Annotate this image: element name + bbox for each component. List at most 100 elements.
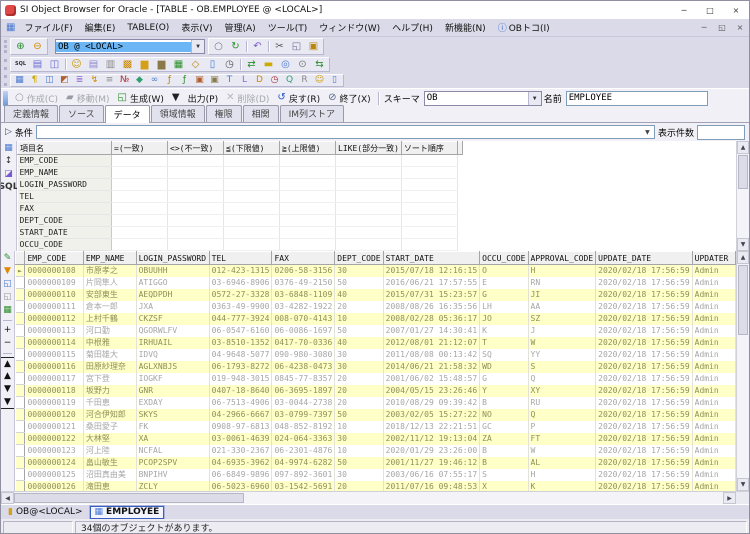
- data-cell[interactable]: 0363-49-9900: [209, 300, 273, 313]
- data-cell[interactable]: 0000000115: [24, 348, 84, 361]
- filter-condition-cell[interactable]: [401, 190, 458, 203]
- sync-table-icon[interactable]: ⇆: [311, 57, 328, 72]
- data-cell[interactable]: 中根雅: [83, 336, 137, 349]
- data-cell[interactable]: K: [528, 480, 597, 491]
- tab-領域情報[interactable]: 領域情報: [150, 105, 205, 122]
- view-object-icon[interactable]: ◫: [42, 75, 57, 87]
- sequence-object-icon[interactable]: №: [117, 75, 132, 87]
- filter-condition-cell[interactable]: [401, 202, 458, 215]
- data-cell[interactable]: 2020/02/18 17:56:59: [595, 276, 693, 289]
- close-table-button[interactable]: ⊘ 終了(X): [324, 91, 375, 106]
- connection-window-button[interactable]: ▮ OB@<LOCAL>: [4, 506, 87, 519]
- row-header[interactable]: [15, 408, 26, 421]
- data-cell[interactable]: 10: [334, 444, 384, 457]
- filter-condition-cell[interactable]: [335, 190, 402, 203]
- data-cell[interactable]: 2014/06/21 21:58:32: [383, 360, 481, 373]
- data-cell[interactable]: 0908-97-6813: [209, 420, 273, 433]
- undo-icon[interactable]: ↶: [249, 39, 266, 54]
- data-cell[interactable]: 06-1793-8272: [209, 360, 273, 373]
- filter-condition-cell[interactable]: [279, 202, 336, 215]
- filter-condition-cell[interactable]: [167, 226, 224, 239]
- mdi-close-button[interactable]: ×: [731, 21, 749, 35]
- table-row[interactable]: 0000000122 大林堅 XA 03-0061-4639 024-064-3363 3…: [15, 432, 736, 445]
- row-count-input[interactable]: [697, 124, 745, 140]
- condition-combobox[interactable]: ▼: [35, 125, 655, 139]
- filter-condition-cell[interactable]: [111, 214, 168, 227]
- paste-icon[interactable]: ▣: [305, 39, 322, 54]
- data-cell[interactable]: 0000000111: [24, 300, 84, 313]
- data-cell[interactable]: Admin: [692, 432, 736, 445]
- data-cell[interactable]: IDVQ: [136, 348, 210, 361]
- data-cell[interactable]: 0000000122: [24, 432, 84, 445]
- data-cell[interactable]: 20: [334, 480, 384, 491]
- row-header[interactable]: [15, 336, 26, 349]
- filter-condition-cell[interactable]: [401, 178, 458, 191]
- mdi-minimize-button[interactable]: ─: [695, 21, 713, 35]
- data-cell[interactable]: 0000000116: [24, 360, 84, 373]
- data-cell[interactable]: 2003/06/16 07:55:17: [383, 468, 481, 481]
- data-cell[interactable]: Admin: [692, 384, 736, 397]
- data-cell[interactable]: 0000000110: [24, 288, 84, 301]
- data-cell[interactable]: 0000000124: [24, 456, 84, 469]
- filter-condition-cell[interactable]: [401, 214, 458, 227]
- data-cell[interactable]: 008-070-4143: [271, 312, 336, 325]
- table-row[interactable]: 0000000117 宮下登 IOGKF 019-948-3015 0845-77-83…: [15, 372, 736, 385]
- data-cell[interactable]: 090-980-3080: [271, 348, 336, 361]
- data-cell[interactable]: 40: [334, 288, 384, 301]
- filter-condition-cell[interactable]: [401, 154, 458, 167]
- tab-権限[interactable]: 権限: [205, 105, 242, 122]
- printer-icon[interactable]: ▥: [102, 57, 119, 72]
- data-cell[interactable]: B: [479, 444, 529, 457]
- data-cell[interactable]: H: [528, 264, 597, 277]
- data-cell[interactable]: JXA: [136, 300, 210, 313]
- data-cell[interactable]: 0000000113: [24, 324, 84, 337]
- row-header[interactable]: [15, 324, 26, 337]
- filter-condition-cell[interactable]: [279, 166, 336, 179]
- data-cell[interactable]: 2001/06/02 15:48:57: [383, 372, 481, 385]
- data-cell[interactable]: 市原孝之: [83, 264, 137, 277]
- cut-icon[interactable]: ✂: [271, 39, 288, 54]
- apply-condition-icon[interactable]: ▷: [5, 127, 12, 137]
- data-cell[interactable]: 2011/07/16 09:48:53: [383, 480, 481, 491]
- filter-condition-cell[interactable]: [223, 238, 280, 251]
- data-cell[interactable]: YY: [528, 348, 597, 361]
- filter-condition-cell[interactable]: [167, 154, 224, 167]
- data-cell[interactable]: 06-0547-6160: [209, 324, 273, 337]
- data-cell[interactable]: 06-7513-4906: [209, 396, 273, 409]
- data-cell[interactable]: AEQDPDH: [136, 288, 210, 301]
- row-header[interactable]: ►: [15, 264, 26, 277]
- row-header[interactable]: [15, 312, 26, 325]
- data-cell[interactable]: 桑田愛子: [83, 420, 137, 433]
- menu-item[interactable]: 管理(A): [219, 19, 262, 36]
- data-cell[interactable]: Admin: [692, 480, 736, 491]
- tab-データ[interactable]: データ: [104, 105, 150, 123]
- cancel-query-icon[interactable]: ○: [210, 39, 227, 54]
- tab-ソース[interactable]: ソース: [59, 105, 104, 122]
- data-cell[interactable]: Admin: [692, 396, 736, 409]
- filter-condition-cell[interactable]: [223, 178, 280, 191]
- data-cell[interactable]: 0206-58-3156: [271, 264, 336, 277]
- data-cell[interactable]: 2020/02/18 17:56:59: [595, 288, 693, 301]
- history-icon[interactable]: ◷: [221, 57, 238, 72]
- data-cell[interactable]: 03-0799-7397: [271, 408, 336, 421]
- table-object-icon[interactable]: ▦: [12, 75, 27, 87]
- data-cell[interactable]: 04-9974-6282: [271, 456, 336, 469]
- data-horizontal-scrollbar[interactable]: ◀ ▶: [1, 491, 749, 504]
- filter-condition-cell[interactable]: [401, 166, 458, 179]
- data-cell[interactable]: 024-064-3363: [271, 432, 336, 445]
- close-button[interactable]: ×: [723, 1, 749, 19]
- data-cell[interactable]: 20: [334, 384, 384, 397]
- data-cell[interactable]: 沼田真由美: [83, 468, 137, 481]
- data-cell[interactable]: 021-330-2367: [209, 444, 273, 457]
- data-cell[interactable]: 10: [334, 312, 384, 325]
- data-cell[interactable]: Admin: [692, 312, 736, 325]
- data-cell[interactable]: 0572-27-3328: [209, 288, 273, 301]
- table-row[interactable]: 0000000118 坂野力 GNR 0407-18-8640 06-3695-1897…: [15, 384, 736, 397]
- dblink-object-icon[interactable]: ∞: [147, 75, 162, 87]
- table-row[interactable]: 0000000125 沼田真由美 BNPIHV 06-6849-9896 097-892…: [15, 468, 736, 481]
- data-cell[interactable]: Admin: [692, 468, 736, 481]
- data-cell[interactable]: 2020/02/18 17:56:59: [595, 468, 693, 481]
- table-row[interactable]: 0000000115 菊田雄大 IDVQ 04-9648-5077 090-980-30…: [15, 348, 736, 361]
- menu-item[interactable]: ⓘ OBトコ(I): [492, 19, 556, 36]
- column-header-emp_code[interactable]: EMP_CODE: [24, 251, 84, 265]
